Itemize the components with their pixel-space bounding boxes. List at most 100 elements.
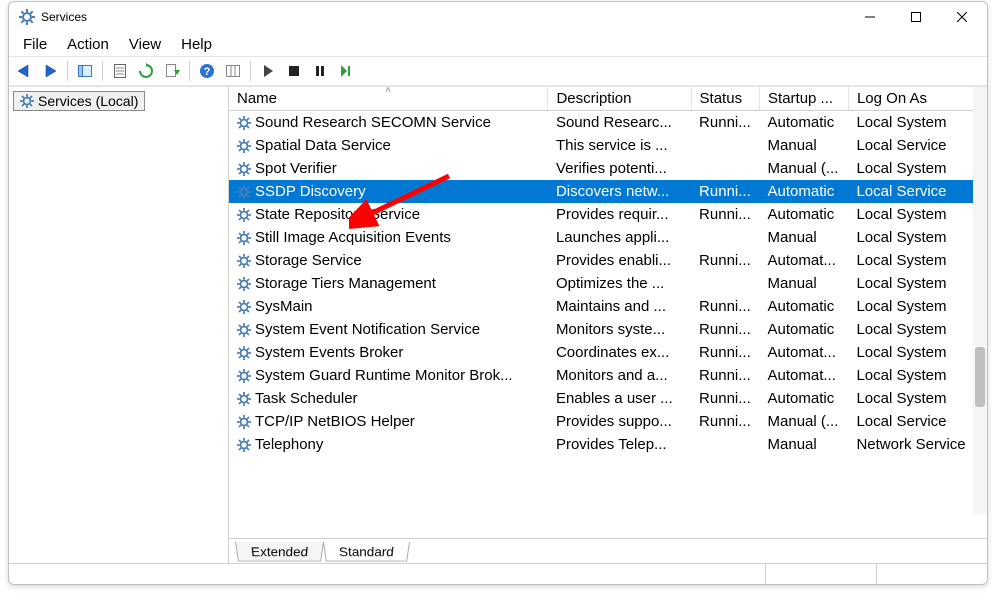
- service-icon: [237, 323, 251, 337]
- service-name-text: Spatial Data Service: [255, 137, 391, 154]
- show-hide-tree-button[interactable]: [74, 60, 96, 82]
- sort-indicator-icon: ˄: [385, 87, 391, 96]
- tab-standard[interactable]: Standard: [323, 542, 410, 562]
- col-header-logon[interactable]: Log On As: [848, 87, 986, 111]
- cell-name: Still Image Acquisition Events: [229, 226, 548, 249]
- refresh-button[interactable]: [135, 60, 157, 82]
- cell-startup: Automatic: [760, 387, 849, 410]
- menu-help[interactable]: Help: [171, 34, 222, 55]
- col-header-status[interactable]: Status: [691, 87, 759, 111]
- window-title: Services: [41, 10, 87, 24]
- cell-logon: Local Service: [848, 134, 986, 157]
- export-list-button[interactable]: [161, 60, 183, 82]
- cell-name: SSDP Discovery: [229, 180, 548, 203]
- gear-icon: [20, 94, 34, 108]
- tree-root-item[interactable]: Services (Local): [13, 91, 145, 111]
- forward-button[interactable]: [39, 60, 61, 82]
- cell-name: System Events Broker: [229, 341, 548, 364]
- table-row[interactable]: System Events BrokerCoordinates ex...Run…: [229, 341, 987, 364]
- service-icon: [237, 208, 251, 222]
- cell-logon: Local System: [848, 226, 986, 249]
- grid: Name˄DescriptionStatusStartup ...Log On …: [229, 87, 987, 538]
- cell-desc: Sound Researc...: [548, 111, 691, 135]
- col-header-desc[interactable]: Description: [548, 87, 691, 111]
- table-row[interactable]: Spot VerifierVerifies potenti...Manual (…: [229, 157, 987, 180]
- table-row[interactable]: Task SchedulerEnables a user ...Runni...…: [229, 387, 987, 410]
- table-row[interactable]: System Event Notification ServiceMonitor…: [229, 318, 987, 341]
- cell-name: System Event Notification Service: [229, 318, 548, 341]
- service-name-text: Task Scheduler: [255, 390, 358, 407]
- columns-button[interactable]: [222, 60, 244, 82]
- back-button[interactable]: [13, 60, 35, 82]
- table-row[interactable]: SSDP DiscoveryDiscovers netw...Runni...A…: [229, 180, 987, 203]
- cell-startup: Manual: [760, 272, 849, 295]
- cell-desc: Optimizes the ...: [548, 272, 691, 295]
- table-row[interactable]: Still Image Acquisition EventsLaunches a…: [229, 226, 987, 249]
- cell-status: Runni...: [691, 249, 759, 272]
- restart-button[interactable]: [335, 60, 357, 82]
- stop-icon: [286, 63, 302, 79]
- cell-logon: Local Service: [848, 410, 986, 433]
- service-name-text: SSDP Discovery: [255, 183, 366, 200]
- table-row[interactable]: System Guard Runtime Monitor Brok...Moni…: [229, 364, 987, 387]
- col-header-name[interactable]: Name˄: [229, 87, 548, 111]
- stop-button[interactable]: [283, 60, 305, 82]
- cell-startup: Manual: [760, 226, 849, 249]
- help-button[interactable]: ?: [196, 60, 218, 82]
- detail-pane: Name˄DescriptionStatusStartup ...Log On …: [229, 87, 987, 563]
- cell-status: [691, 134, 759, 157]
- service-icon: [237, 369, 251, 383]
- table-row[interactable]: TelephonyProvides Telep...ManualNetwork …: [229, 433, 987, 456]
- menu-action[interactable]: Action: [57, 34, 119, 55]
- menu-file[interactable]: File: [13, 34, 57, 55]
- table-row[interactable]: SysMainMaintains and ...Runni...Automati…: [229, 295, 987, 318]
- minimize-button[interactable]: [847, 2, 893, 32]
- service-icon: [237, 116, 251, 130]
- cell-desc: Provides enabli...: [548, 249, 691, 272]
- tab-extended[interactable]: Extended: [235, 542, 324, 562]
- cell-startup: Automatic: [760, 203, 849, 226]
- play-button[interactable]: [257, 60, 279, 82]
- pause-button[interactable]: [309, 60, 331, 82]
- close-button[interactable]: [939, 2, 985, 32]
- table-row[interactable]: Sound Research SECOMN ServiceSound Resea…: [229, 111, 987, 135]
- cell-status: [691, 226, 759, 249]
- service-icon: [237, 139, 251, 153]
- cell-desc: Monitors and a...: [548, 364, 691, 387]
- table-row[interactable]: Spatial Data ServiceThis service is ...M…: [229, 134, 987, 157]
- cell-logon: Local System: [848, 295, 986, 318]
- service-name-text: TCP/IP NetBIOS Helper: [255, 413, 415, 430]
- properties-button[interactable]: [109, 60, 131, 82]
- table-row[interactable]: Storage Tiers Management Optimizes the ..…: [229, 272, 987, 295]
- service-name-text: System Events Broker: [255, 344, 403, 361]
- header-row: Name˄DescriptionStatusStartup ...Log On …: [229, 87, 987, 111]
- service-name-text: Storage Tiers Management: [255, 275, 436, 292]
- menu-view[interactable]: View: [119, 34, 171, 55]
- status-cell: [765, 564, 876, 584]
- service-name-text: Still Image Acquisition Events: [255, 229, 451, 246]
- service-name-text: SysMain: [255, 298, 313, 315]
- cell-name: Storage Tiers Management: [229, 272, 548, 295]
- col-header-startup[interactable]: Startup ...: [760, 87, 849, 111]
- cell-name: TCP/IP NetBIOS Helper: [229, 410, 548, 433]
- cell-status: Runni...: [691, 410, 759, 433]
- scrollbar-thumb[interactable]: [975, 347, 985, 407]
- toolbar-separator: [102, 61, 103, 81]
- cell-startup: Manual (...: [760, 410, 849, 433]
- svg-text:?: ?: [204, 66, 211, 78]
- cell-desc: Discovers netw...: [548, 180, 691, 203]
- cell-startup: Automatic: [760, 295, 849, 318]
- maximize-button[interactable]: [893, 2, 939, 32]
- pause-icon: [312, 63, 328, 79]
- cell-logon: Local System: [848, 364, 986, 387]
- cell-desc: Enables a user ...: [548, 387, 691, 410]
- cell-name: Spatial Data Service: [229, 134, 548, 157]
- table-row[interactable]: TCP/IP NetBIOS HelperProvides suppo...Ru…: [229, 410, 987, 433]
- cell-name: Spot Verifier: [229, 157, 548, 180]
- table-row[interactable]: Storage ServiceProvides enabli...Runni..…: [229, 249, 987, 272]
- cell-logon: Local System: [848, 272, 986, 295]
- vertical-scrollbar[interactable]: [973, 87, 987, 514]
- table-row[interactable]: State Repository ServiceProvides requir.…: [229, 203, 987, 226]
- service-icon: [237, 162, 251, 176]
- cell-status: Runni...: [691, 111, 759, 135]
